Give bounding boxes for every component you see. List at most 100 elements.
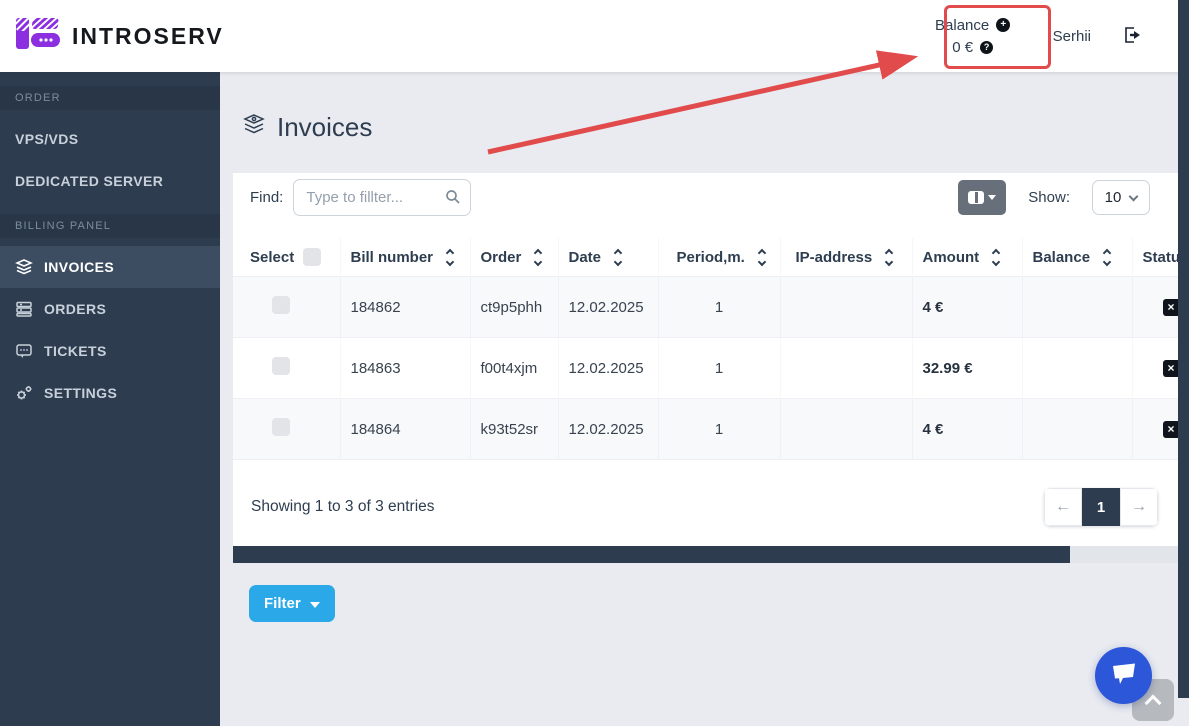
page-title-row: Invoices	[242, 112, 1189, 143]
caret-down-icon	[988, 195, 996, 200]
cell-date: 12.02.2025	[558, 277, 658, 338]
table-row[interactable]: 184864 k93t52sr 12.02.2025 1 4 € ×	[233, 399, 1178, 460]
balance-help-icon[interactable]: ?	[980, 41, 993, 54]
sidebar-item-dedicated-server[interactable]: DEDICATED SERVER	[0, 160, 220, 202]
invoices-table: Select Bill number Order Date Period,m. …	[233, 238, 1178, 460]
filter-button-label: Filter	[264, 595, 301, 612]
cell-bill-number: 184864	[340, 399, 470, 460]
sidebar-item-label: INVOICES	[44, 259, 114, 275]
pagination-page-1[interactable]: 1	[1082, 488, 1120, 526]
caret-down-icon	[310, 602, 320, 608]
status-unpaid-icon[interactable]: ×	[1163, 360, 1179, 377]
col-bill-number[interactable]: Bill number	[340, 238, 470, 277]
tickets-icon	[15, 342, 33, 360]
col-status[interactable]: Status	[1132, 238, 1178, 277]
col-ip-address[interactable]: IP-address	[780, 238, 912, 277]
sidebar-item-label: VPS/VDS	[15, 131, 79, 147]
header-right: Balance + 0 € ? Serhii	[923, 0, 1143, 72]
add-funds-icon[interactable]: +	[996, 18, 1010, 32]
row-checkbox[interactable]	[272, 418, 290, 436]
column-visibility-button[interactable]	[958, 180, 1006, 215]
status-unpaid-icon[interactable]: ×	[1163, 299, 1179, 316]
cell-order: f00t4xjm	[470, 338, 558, 399]
table-row[interactable]: 184862 ct9p5phh 12.02.2025 1 4 € ×	[233, 277, 1178, 338]
sidebar-item-label: SETTINGS	[44, 385, 117, 401]
sidebar-item-label: ORDERS	[44, 301, 106, 317]
cell-amount: 4 €	[912, 277, 1022, 338]
cell-balance	[1022, 338, 1132, 399]
cell-bill-number: 184862	[340, 277, 470, 338]
cell-balance	[1022, 399, 1132, 460]
cell-date: 12.02.2025	[558, 399, 658, 460]
sidebar-item-tickets[interactable]: TICKETS	[0, 330, 220, 372]
sidebar-item-label: TICKETS	[44, 343, 107, 359]
cell-period: 1	[658, 399, 780, 460]
status-unpaid-icon[interactable]: ×	[1163, 421, 1179, 438]
invoices-card: Find: Show: 10	[233, 173, 1178, 563]
invoices-icon	[15, 258, 33, 276]
row-checkbox[interactable]	[272, 296, 290, 314]
table-toolbar: Find: Show: 10	[233, 173, 1178, 230]
chat-widget-button[interactable]	[1095, 647, 1152, 704]
app-header: INTROSERV Balance + 0 € ? Serhii	[0, 0, 1189, 72]
col-balance[interactable]: Balance	[1022, 238, 1132, 277]
pagination: ← 1 →	[1044, 488, 1158, 526]
sidebar: ORDER VPS/VDS DEDICATED SERVER BILLING P…	[0, 72, 220, 726]
col-select: Select	[233, 238, 340, 277]
pagination-next-button[interactable]: →	[1120, 488, 1158, 526]
chevron-up-icon	[1145, 694, 1162, 711]
vertical-scrollbar[interactable]	[1178, 0, 1189, 698]
search-icon	[445, 189, 461, 210]
sort-icon[interactable]	[886, 250, 892, 265]
col-date[interactable]: Date	[558, 238, 658, 277]
horizontal-scrollbar-thumb[interactable]	[233, 546, 1070, 563]
show-label: Show:	[1028, 189, 1070, 206]
sidebar-section-order: ORDER	[0, 86, 220, 110]
sort-icon[interactable]	[993, 250, 999, 265]
sidebar-section-billing-panel: BILLING PANEL	[0, 214, 220, 238]
page-size-value: 10	[1105, 189, 1122, 206]
toolbar-right: Show: 10	[958, 180, 1161, 215]
row-checkbox[interactable]	[272, 357, 290, 375]
sidebar-item-settings[interactable]: SETTINGS	[0, 372, 220, 414]
select-all-checkbox[interactable]	[303, 248, 321, 266]
page-title: Invoices	[277, 112, 372, 143]
page-size-select[interactable]: 10	[1092, 180, 1150, 215]
sort-icon[interactable]	[1104, 250, 1110, 265]
balance-widget[interactable]: Balance + 0 € ?	[923, 17, 1023, 56]
cell-amount: 32.99 €	[912, 338, 1022, 399]
sort-icon[interactable]	[615, 250, 621, 265]
table-row[interactable]: 184863 f00t4xjm 12.02.2025 1 32.99 € ×	[233, 338, 1178, 399]
sidebar-item-vps-vds[interactable]: VPS/VDS	[0, 118, 220, 160]
col-amount[interactable]: Amount	[912, 238, 1022, 277]
sort-icon[interactable]	[535, 250, 541, 265]
brand-logo[interactable]: INTROSERV	[0, 16, 224, 57]
cell-ip-address	[780, 338, 912, 399]
cell-date: 12.02.2025	[558, 338, 658, 399]
pagination-prev-button[interactable]: ←	[1044, 488, 1082, 526]
introserv-logo-icon	[15, 16, 61, 57]
col-period[interactable]: Period,m.	[658, 238, 780, 277]
cell-period: 1	[658, 338, 780, 399]
col-select-label: Select	[250, 249, 294, 266]
columns-icon	[968, 191, 984, 204]
filter-button[interactable]: Filter	[249, 585, 335, 622]
sidebar-item-invoices[interactable]: INVOICES	[0, 246, 220, 288]
sidebar-item-orders[interactable]: ORDERS	[0, 288, 220, 330]
logout-icon	[1121, 25, 1143, 48]
cell-period: 1	[658, 277, 780, 338]
col-order[interactable]: Order	[470, 238, 558, 277]
cell-ip-address	[780, 399, 912, 460]
main-content: Invoices Find: Show:	[220, 72, 1189, 726]
logout-button[interactable]	[1121, 25, 1143, 48]
invoices-title-icon	[242, 112, 266, 143]
cell-ip-address	[780, 277, 912, 338]
username[interactable]: Serhii	[1053, 28, 1091, 45]
sort-icon[interactable]	[447, 250, 453, 265]
horizontal-scrollbar[interactable]	[233, 546, 1178, 563]
balance-value: 0 €	[952, 39, 973, 56]
find-label: Find:	[250, 189, 283, 206]
entries-summary: Showing 1 to 3 of 3 entries	[251, 498, 435, 516]
cell-bill-number: 184863	[340, 338, 470, 399]
sort-icon[interactable]	[759, 250, 765, 265]
